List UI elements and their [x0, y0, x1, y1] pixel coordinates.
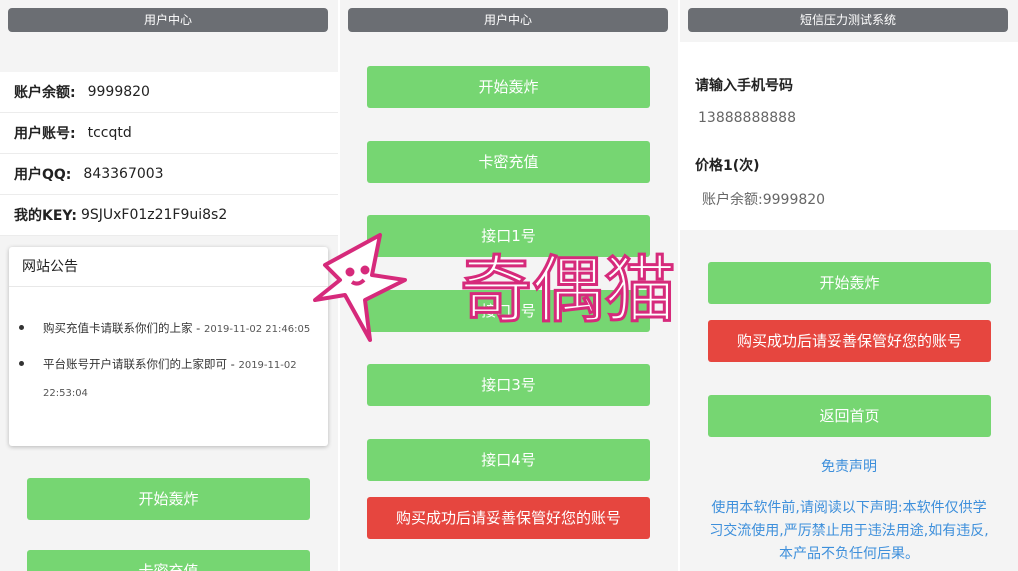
balance-field: 账户余额:9999820 [702, 192, 826, 208]
start-bomb-button[interactable]: 开始轰炸 [27, 478, 310, 520]
card-recharge-button[interactable]: 卡密充值 [367, 141, 650, 183]
watermark-logo: 奇偶猫 [313, 233, 678, 342]
title-bar: 用户中心 [8, 8, 328, 32]
cat-icon [313, 233, 407, 342]
phone-input[interactable]: 13888888888 [698, 110, 796, 126]
interface-3-button[interactable]: 接口3号 [367, 364, 650, 406]
key-label: 我的KEY: [14, 208, 77, 224]
disclaimer-text: 使用本软件前,请阅读以下声明:本软件仅供学习交流使用,严厉禁止用于违法用途,如有… [709, 500, 989, 562]
watermark-text: 奇偶猫 [460, 248, 676, 332]
account-value: tccqtd [87, 125, 132, 141]
key-value: 9SJUxF01z21F9ui8s2 [80, 207, 228, 223]
notice-heading: 网站公告 [9, 247, 328, 287]
panel-user-center-1: 用户中心 账户余额: 9999820 用户账号: tccqtd 用户QQ: 84336… [0, 0, 338, 571]
notice-text: 购买充值卡请联系你们的上家 - [43, 321, 204, 335]
qq-row: 用户QQ: 843367003 [0, 154, 338, 195]
account-info-list: 账户余额: 9999820 用户账号: tccqtd 用户QQ: 843367003 … [0, 72, 338, 236]
panel-sms-test: 短信压力测试系统 请输入手机号码 13888888888 价格1(次) 账户余额… [680, 0, 1018, 571]
balance-value: 9999820 [87, 84, 150, 100]
warning-banner: 购买成功后请妥善保管好您的账号 [367, 497, 650, 539]
title-bar: 用户中心 [348, 8, 668, 32]
disclaimer-link[interactable]: 免责声明 [680, 456, 1018, 476]
warning-banner: 购买成功后请妥善保管好您的账号 [708, 320, 991, 362]
site-notice-card: 网站公告 购买充值卡请联系你们的上家 - 2019-11-02 21:46:05… [9, 247, 328, 446]
card-recharge-button[interactable]: 卡密充值 [27, 550, 310, 571]
notice-item: 购买充值卡请联系你们的上家 - 2019-11-02 21:46:05 [19, 315, 318, 343]
notice-item: 平台账号开户请联系你们的上家即可 - 2019-11-02 22:53:04 [19, 351, 318, 407]
account-label: 用户账号: [14, 126, 76, 142]
notice-text: 平台账号开户请联系你们的上家即可 - [43, 357, 239, 371]
balance-label: 账户余额: [14, 85, 76, 101]
notice-time: 2019-11-02 21:46:05 [203, 324, 311, 335]
price-label: 价格1(次) [695, 158, 760, 174]
phone-label: 请输入手机号码 [695, 78, 793, 94]
balance-row: 账户余额: 9999820 [0, 72, 338, 113]
start-bomb-button[interactable]: 开始轰炸 [367, 66, 650, 108]
start-bomb-button[interactable]: 开始轰炸 [708, 262, 991, 304]
title-bar: 短信压力测试系统 [688, 8, 1008, 32]
account-row: 用户账号: tccqtd [0, 113, 338, 154]
back-home-button[interactable]: 返回首页 [708, 395, 991, 437]
notice-list: 购买充值卡请联系你们的上家 - 2019-11-02 21:46:05 平台账号… [9, 287, 328, 407]
qq-label: 用户QQ: [14, 167, 72, 183]
key-row: 我的KEY: 9SJUxF01z21F9ui8s2 [0, 195, 338, 236]
input-section: 请输入手机号码 13888888888 价格1(次) 账户余额:9999820 [680, 42, 1018, 230]
interface-4-button[interactable]: 接口4号 [367, 439, 650, 481]
qq-value: 843367003 [83, 166, 164, 182]
